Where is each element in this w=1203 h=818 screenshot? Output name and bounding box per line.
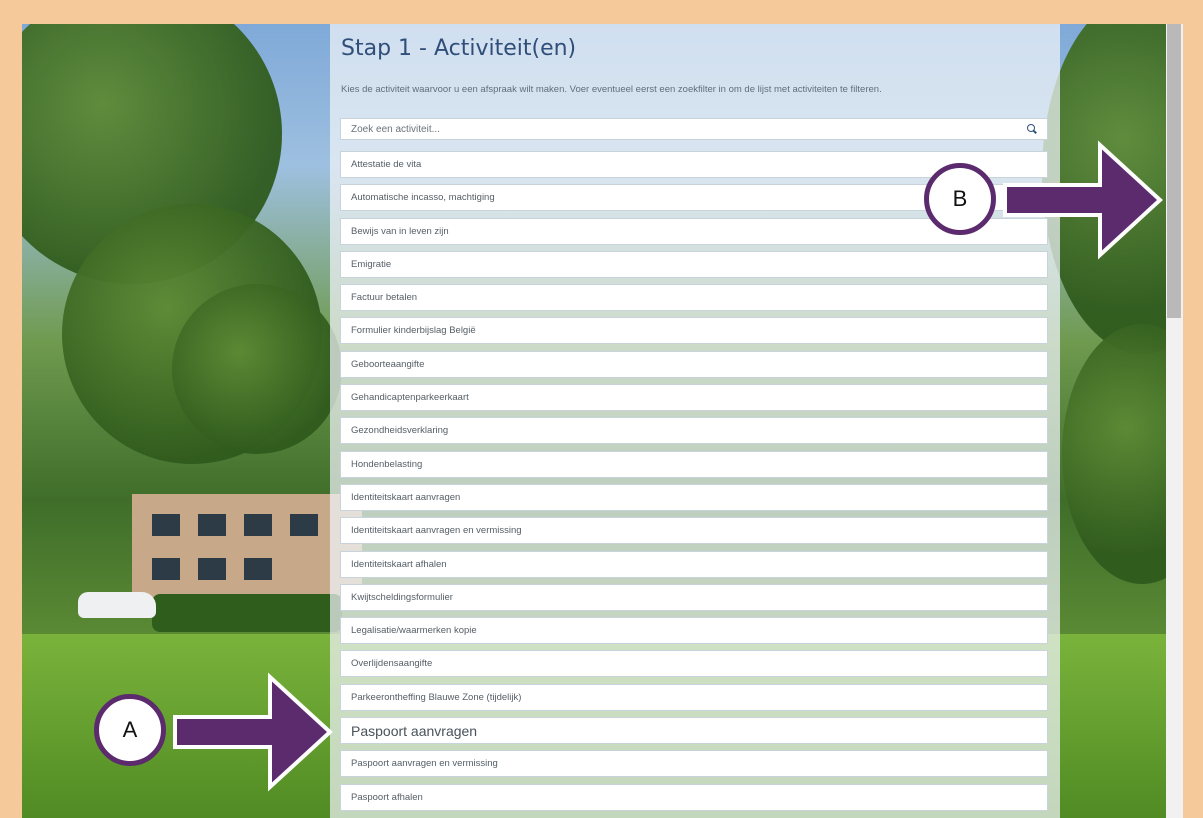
search-input[interactable]: Zoek een activiteit... [340,118,1048,140]
marker-a-label: A [122,717,138,742]
activity-item[interactable]: Gehandicaptenparkeerkaart [340,384,1048,412]
marker-a: A [94,694,166,766]
marker-b-label: B [952,186,968,211]
page-instructions: Kies de activiteit waarvoor u een afspra… [341,84,882,95]
activity-item[interactable]: Legalisatie/waarmerken kopie [340,617,1048,645]
arrow-a-icon [173,672,333,792]
search-placeholder: Zoek een activiteit... [351,123,440,135]
activity-item[interactable]: Overlijdensaangifte [340,650,1048,678]
hedge [152,594,342,632]
activity-item[interactable]: Factuur betalen [340,284,1048,312]
activity-item[interactable]: Paspoort afhalen [340,783,1048,811]
activity-item[interactable]: Parkeerontheffing Blauwe Zone (tijdelijk… [340,683,1048,711]
activity-item[interactable]: Kwijtscheldingsformulier [340,583,1048,611]
marker-b: B [924,163,996,235]
activity-list: Attestatie de vita Automatische incasso, … [340,151,1048,817]
activity-item[interactable]: Paspoort aanvragen en vermissing [340,750,1048,778]
tree [1062,324,1166,584]
activity-item[interactable]: Identiteitskaart afhalen [340,550,1048,578]
activity-item[interactable]: Emigratie [340,250,1048,278]
search-icon[interactable] [1027,124,1037,134]
tree [172,284,342,454]
activity-item[interactable]: Identiteitskaart aanvragen [340,483,1048,511]
activity-item[interactable]: Identiteitskaart aanvragen en vermissing [340,517,1048,545]
activity-item[interactable]: Hondenbelasting [340,450,1048,478]
car [78,592,156,618]
page-title: Stap 1 - Activiteit(en) [341,36,577,61]
activity-item[interactable]: Gezondheidsverklaring [340,417,1048,445]
activity-item[interactable]: Formulier kinderbijslag België [340,317,1048,345]
arrow-b-icon [1003,140,1163,260]
building [132,494,362,604]
activity-item[interactable]: Geboorteaangifte [340,350,1048,378]
activity-item[interactable]: Paspoort aanvragen [340,717,1048,745]
